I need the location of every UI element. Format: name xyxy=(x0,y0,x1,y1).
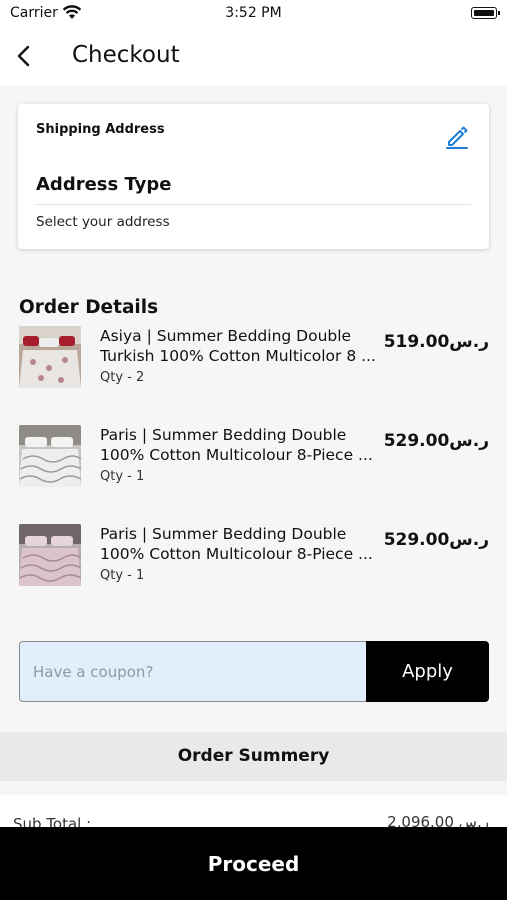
product-name-line1: Asiya | Summer Bedding Double xyxy=(100,327,352,345)
product-qty: Qty - 1 xyxy=(100,568,145,583)
order-item: Paris | Summer Bedding Double 100% Cotto… xyxy=(0,425,507,505)
product-name-line2: 100% Cotton Multicolour 8-Piece ... xyxy=(100,545,373,563)
shipping-address-card[interactable]: Shipping Address Address Type Select you… xyxy=(18,104,489,249)
product-qty: Qty - 1 xyxy=(100,469,145,484)
coupon-form: Apply xyxy=(19,641,489,702)
order-details-heading: Order Details xyxy=(19,297,159,318)
product-thumbnail xyxy=(19,524,81,586)
navigation-bar: Checkout xyxy=(0,28,507,86)
order-item: Asiya | Summer Bedding Double Turkish 10… xyxy=(0,326,507,406)
shipping-address-label: Shipping Address xyxy=(36,122,165,137)
proceed-button[interactable]: Proceed xyxy=(0,827,507,900)
product-name-line1: Paris | Summer Bedding Double xyxy=(100,525,347,543)
order-item: Paris | Summer Bedding Double 100% Cotto… xyxy=(0,524,507,604)
edit-icon[interactable] xyxy=(443,122,471,150)
product-thumbnail xyxy=(19,326,81,388)
product-name-line1: Paris | Summer Bedding Double xyxy=(100,426,347,444)
product-name[interactable]: Paris | Summer Bedding Double 100% Cotto… xyxy=(100,425,385,465)
product-name[interactable]: Paris | Summer Bedding Double 100% Cotto… xyxy=(100,524,385,564)
divider xyxy=(36,204,471,205)
order-summary-header: Order Summery xyxy=(0,732,507,781)
product-price: 529.00ر.س xyxy=(383,530,489,550)
battery-icon xyxy=(471,7,500,19)
clock: 3:52 PM xyxy=(225,5,282,21)
apply-coupon-button[interactable]: Apply xyxy=(366,641,489,702)
product-price: 519.00ر.س xyxy=(383,332,489,352)
product-price: 529.00ر.س xyxy=(383,431,489,451)
product-name[interactable]: Asiya | Summer Bedding Double Turkish 10… xyxy=(100,326,385,366)
product-qty: Qty - 2 xyxy=(100,370,145,385)
coupon-input[interactable] xyxy=(19,641,366,702)
product-name-line2: Turkish 100% Cotton Multicolor 8 ... xyxy=(100,347,376,365)
product-thumbnail xyxy=(19,425,81,487)
select-address-link[interactable]: Select your address xyxy=(36,214,170,230)
status-bar: Carrier 3:52 PM xyxy=(0,0,507,28)
page-title: Checkout xyxy=(72,42,180,68)
back-button[interactable] xyxy=(12,42,36,70)
product-name-line2: 100% Cotton Multicolour 8-Piece ... xyxy=(100,446,373,464)
address-type-heading: Address Type xyxy=(36,174,172,195)
